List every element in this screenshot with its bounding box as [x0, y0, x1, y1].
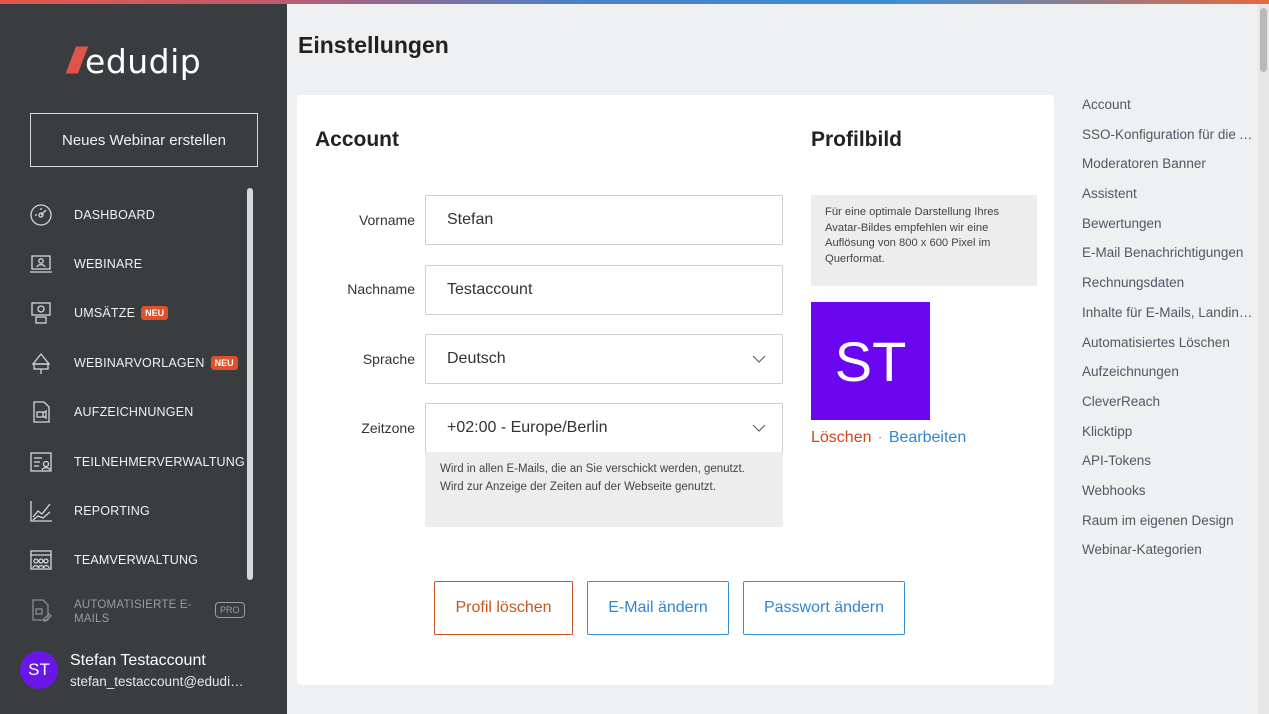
sidebar-nav: DASHBOARD WEBINARE UMSÄTZE NEU WEBINARVO… — [0, 190, 250, 635]
vorname-label: Vorname — [358, 212, 415, 228]
chevron-down-icon — [752, 355, 766, 363]
chevron-down-icon — [752, 424, 766, 432]
sidebar-item-label: REPORTING — [74, 504, 150, 519]
nachname-label: Nachname — [347, 281, 415, 297]
participants-icon — [28, 449, 54, 475]
user-profile[interactable]: ST Stefan Testaccount stefan_testaccount… — [0, 642, 287, 714]
anchor-raum-design[interactable]: Raum im eigenen Design — [1082, 510, 1258, 540]
sidebar-item-label: AUFZEICHNUNGEN — [74, 405, 194, 420]
profile-picture-actions: Löschen · Bearbeiten — [811, 429, 966, 447]
logo-text: edudip — [85, 41, 202, 81]
new-webinar-button[interactable]: Neues Webinar erstellen — [30, 113, 258, 167]
new-badge: NEU — [210, 355, 238, 370]
change-email-button[interactable]: E-Mail ändern — [587, 581, 729, 635]
sidebar-item-webinarvorlagen[interactable]: WEBINARVORLAGEN NEU — [0, 338, 250, 387]
anchor-bewertungen[interactable]: Bewertungen — [1082, 213, 1258, 243]
pro-badge: PRO — [215, 601, 245, 618]
delete-picture-link[interactable]: Löschen — [811, 429, 872, 446]
anchor-sso[interactable]: SSO-Konfiguration für die Anmeldung — [1082, 124, 1258, 154]
anchor-assistent[interactable]: Assistent — [1082, 183, 1258, 213]
delete-profile-button[interactable]: Profil löschen — [434, 581, 573, 635]
zeitzone-select[interactable]: +02:00 - Europe/Berlin — [425, 403, 783, 453]
anchor-rechnungsdaten[interactable]: Rechnungsdaten — [1082, 272, 1258, 302]
settings-anchor-nav: Account SSO-Konfiguration für die Anmeld… — [1082, 94, 1258, 569]
anchor-automatisiertes-loeschen[interactable]: Automatisiertes Löschen — [1082, 332, 1258, 362]
anchor-api-tokens[interactable]: API-Tokens — [1082, 450, 1258, 480]
timezone-hint: Wird in allen E-Mails, die an Sie versch… — [425, 452, 783, 527]
account-section-title: Account — [315, 128, 399, 151]
page-scrollbar[interactable] — [1260, 8, 1267, 72]
user-name: Stefan Testaccount — [70, 652, 206, 669]
sidebar-scrollbar[interactable] — [247, 188, 253, 580]
sidebar: /// edudip Neues Webinar erstellen DASHB… — [0, 0, 287, 714]
top-gradient-bar — [0, 0, 1269, 4]
email-automation-icon — [28, 597, 54, 623]
reporting-icon — [28, 498, 54, 524]
nachname-field[interactable]: Testaccount — [425, 265, 783, 315]
anchor-webhooks[interactable]: Webhooks — [1082, 480, 1258, 510]
new-badge: NEU — [141, 306, 169, 321]
sidebar-item-label: TEAMVERWALTUNG — [74, 553, 199, 568]
anchor-klicktipp[interactable]: Klicktipp — [1082, 421, 1258, 451]
separator-dot: · — [877, 429, 883, 446]
sidebar-item-label: WEBINARE — [74, 257, 143, 272]
sidebar-item-teilnehmerverwaltung[interactable]: TEILNEHMERVERWALTUNG — [0, 437, 250, 486]
sidebar-item-automatisierte-emails[interactable]: AUTOMATISIERTE E-MAILS PRO — [0, 585, 250, 634]
sidebar-item-label: WEBINARVORLAGEN — [74, 355, 205, 370]
sidebar-item-label: DASHBOARD — [74, 207, 155, 222]
avatar: ST — [20, 651, 58, 689]
page-scrollbar-track — [1258, 0, 1269, 714]
change-password-button[interactable]: Passwort ändern — [743, 581, 905, 635]
profile-picture: ST — [811, 302, 930, 420]
vorname-field[interactable]: Stefan — [425, 195, 783, 245]
profile-picture-hint: Für eine optimale Darstellung Ihres Avat… — [811, 195, 1037, 286]
sidebar-item-label: TEILNEHMERVERWALTUNG — [74, 454, 245, 469]
sidebar-item-webinare[interactable]: WEBINARE — [0, 239, 250, 288]
zeitzone-value: +02:00 - Europe/Berlin — [447, 419, 608, 436]
sprache-value: Deutsch — [447, 350, 506, 367]
sprache-select[interactable]: Deutsch — [425, 334, 783, 384]
sprache-label: Sprache — [362, 351, 415, 367]
anchor-inhalte[interactable]: Inhalte für E-Mails, Landingpages — [1082, 302, 1258, 332]
sidebar-item-dashboard[interactable]: DASHBOARD — [0, 190, 250, 239]
page-title: Einstellungen — [298, 32, 449, 58]
anchor-webinar-kategorien[interactable]: Webinar-Kategorien — [1082, 539, 1258, 569]
logo-slashes-icon: /// — [67, 40, 85, 81]
sidebar-item-teamverwaltung[interactable]: TEAMVERWALTUNG — [0, 536, 250, 585]
edit-picture-link[interactable]: Bearbeiten — [889, 429, 966, 446]
sidebar-item-umsaetze[interactable]: UMSÄTZE NEU — [0, 289, 250, 338]
template-icon — [28, 350, 54, 376]
recording-icon — [28, 399, 54, 425]
anchor-cleverreach[interactable]: CleverReach — [1082, 391, 1258, 421]
sidebar-item-reporting[interactable]: REPORTING — [0, 486, 250, 535]
user-email: stefan_testaccount@edudip.com — [70, 674, 250, 689]
zeitzone-label: Zeitzone — [361, 420, 415, 436]
edudip-logo[interactable]: /// edudip — [67, 38, 201, 84]
sidebar-item-aufzeichnungen[interactable]: AUFZEICHNUNGEN — [0, 388, 250, 437]
sidebar-item-label: UMSÄTZE — [74, 306, 136, 321]
dashboard-gauge-icon — [28, 202, 54, 228]
account-settings-card: Account Vorname Stefan Nachname Testacco… — [297, 95, 1054, 685]
sidebar-item-label: AUTOMATISIERTE E-MAILS — [74, 598, 192, 622]
profile-picture-title: Profilbild — [811, 128, 902, 151]
anchor-account[interactable]: Account — [1082, 94, 1258, 124]
anchor-aufzeichnungen[interactable]: Aufzeichnungen — [1082, 361, 1258, 391]
webinar-icon — [28, 251, 54, 277]
anchor-moderatoren-banner[interactable]: Moderatoren Banner — [1082, 153, 1258, 183]
team-icon — [28, 547, 54, 573]
anchor-email-benachrichtigungen[interactable]: E-Mail Benachrichtigungen — [1082, 242, 1258, 272]
revenue-icon — [28, 300, 54, 326]
